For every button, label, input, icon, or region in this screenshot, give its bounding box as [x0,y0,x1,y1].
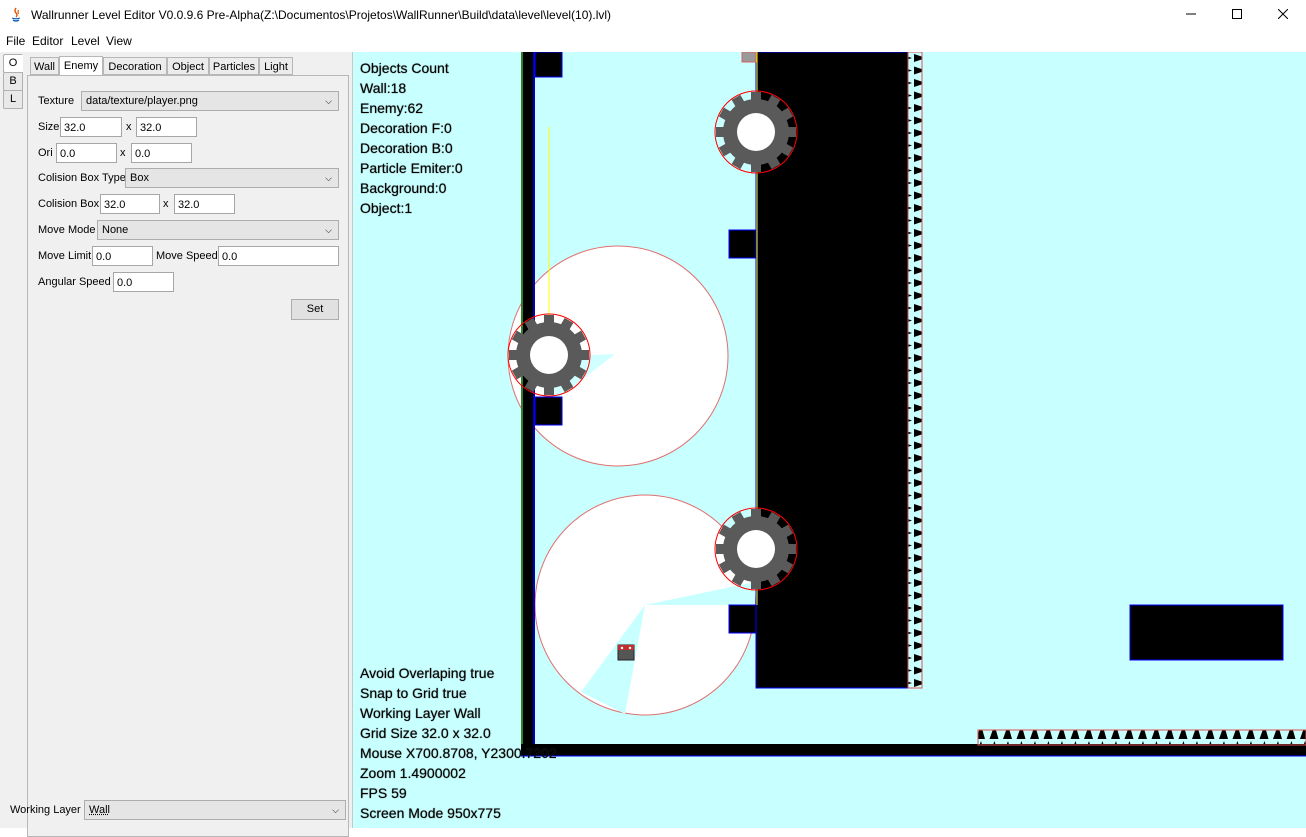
enemy-sprite-icon[interactable] [742,52,756,62]
size-x-separator: x [126,121,132,133]
angular-speed-input[interactable]: 0.0 [113,272,174,292]
move-limit-input[interactable]: 0.0 [92,246,153,266]
window-title: Wallrunner Level Editor V0.0.9.6 Pre-Alp… [31,8,611,22]
minimize-icon [1186,8,1196,22]
grid-size-status: Grid Size 32.0 x 32.0 [360,725,491,741]
close-button[interactable] [1260,0,1306,30]
object-count: Object:1 [360,200,412,216]
tab-particles[interactable]: Particles [209,57,259,75]
enemy-tab-content: Texture data/texture/player.png ⌵ Size 3… [27,75,349,837]
set-button[interactable]: Set [291,299,339,320]
gear-enemy-icon[interactable] [508,314,590,396]
level-canvas[interactable]: Objects Count Wall:18 Enemy:62 Decoratio… [353,52,1306,828]
wall-block [729,605,756,633]
zoom-status: Zoom 1.4900002 [360,765,466,781]
avoid-overlaping-status: Avoid Overlaping true [360,665,494,681]
colision-box-type-label: Colision Box Type [38,172,126,184]
tab-decoration[interactable]: Decoration [103,57,167,75]
gear-enemy-icon[interactable] [715,508,797,590]
wall-block [535,52,562,77]
colision-box-height-input[interactable]: 32.0 [174,194,235,214]
colision-box-type-value: Box [130,172,149,184]
size-label: Size [38,121,59,133]
ori-label: Ori [38,147,53,159]
enemy-count: Enemy:62 [360,100,423,116]
wall-floor [521,744,1306,756]
wall-platform [1130,605,1283,660]
ori-x-separator: x [120,147,126,159]
title-bar: Wallrunner Level Editor V0.0.9.6 Pre-Alp… [0,0,1306,30]
menu-file[interactable]: File [6,34,25,48]
tab-enemy[interactable]: Enemy [59,56,103,76]
move-mode-select[interactable]: None ⌵ [97,220,339,240]
menu-editor[interactable]: Editor [32,34,63,48]
wall-left-vertical [521,52,535,752]
texture-select[interactable]: data/texture/player.png ⌵ [81,91,339,111]
spike-strip-horizontal [978,730,1306,745]
background-count: Background:0 [360,180,446,196]
gear-enemy-icon[interactable] [715,91,797,173]
snap-to-grid-status: Snap to Grid true [360,685,467,701]
wall-block [729,230,756,258]
chevron-down-icon: ⌵ [332,801,339,819]
chevron-down-icon: ⌵ [325,221,332,239]
move-speed-input[interactable]: 0.0 [218,246,339,266]
side-tab-l[interactable]: L [3,90,23,109]
java-app-icon [9,7,23,23]
move-speed-label: Move Speed [156,250,218,262]
ori-x-input[interactable]: 0.0 [56,143,117,163]
colision-box-width-input[interactable]: 32.0 [100,194,160,214]
decoration-b-count: Decoration B:0 [360,140,453,156]
working-layer-label: Working Layer [10,804,81,816]
ori-y-input[interactable]: 0.0 [131,143,192,163]
menu-view[interactable]: View [106,34,132,48]
maximize-icon [1232,8,1242,22]
level-scene [353,52,1306,828]
size-width-input[interactable]: 32.0 [60,117,122,137]
fps-status: FPS 59 [360,785,407,801]
colision-box-x-separator: x [163,198,169,210]
wall-count: Wall:18 [360,80,406,96]
side-tab-b[interactable]: B [3,72,23,91]
properties-panel: O B L Wall Enemy Decoration Object Parti… [0,52,353,828]
tab-wall[interactable]: Wall [30,57,59,75]
chevron-down-icon: ⌵ [325,92,332,110]
working-layer-status: Working Layer Wall [360,705,481,721]
colision-box-label: Colision Box [38,198,99,210]
tab-light[interactable]: Light [259,57,293,75]
particle-emiter-count: Particle Emiter:0 [360,160,463,176]
move-mode-label: Move Mode [38,224,95,236]
wall-block [535,397,562,425]
size-height-input[interactable]: 32.0 [136,117,197,137]
decoration-f-count: Decoration F:0 [360,120,452,136]
menu-bar: File Editor Level View [0,30,1306,52]
player-object-icon[interactable] [618,645,634,660]
move-limit-label: Move Limit [38,250,91,262]
mouse-position-status: Mouse X700.8708, Y2300.7202 [360,745,557,761]
move-mode-value: None [102,224,128,236]
menu-level[interactable]: Level [71,34,100,48]
colision-box-type-select[interactable]: Box ⌵ [125,168,339,188]
angular-speed-label: Angular Speed [38,276,111,288]
spike-strip-vertical [908,52,922,688]
texture-label: Texture [38,95,74,107]
maximize-button[interactable] [1214,0,1260,30]
tab-object[interactable]: Object [167,57,209,75]
minimize-button[interactable] [1168,0,1214,30]
screen-mode-status: Screen Mode 950x775 [360,805,501,821]
working-layer-value: Wall [89,804,110,816]
working-layer-select[interactable]: Wall ⌵ [84,800,346,820]
close-icon [1278,8,1288,22]
side-tab-o[interactable]: O [3,54,23,73]
texture-value: data/texture/player.png [86,95,198,107]
objects-count-header: Objects Count [360,60,449,76]
chevron-down-icon: ⌵ [325,169,332,187]
